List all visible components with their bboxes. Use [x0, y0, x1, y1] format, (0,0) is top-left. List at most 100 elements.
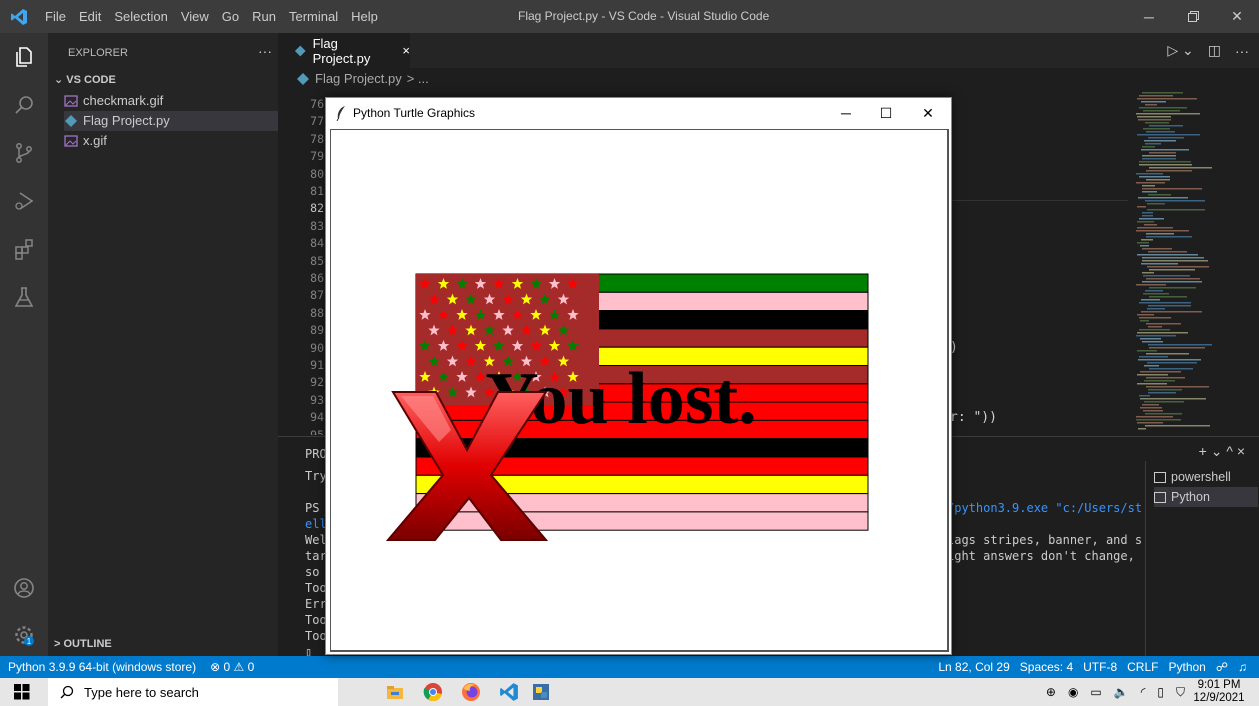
minimap-line [1145, 143, 1161, 145]
minimap-line [1142, 158, 1176, 160]
notification-icon[interactable]: ▯ [1157, 685, 1164, 699]
minimap-line [1137, 242, 1149, 244]
encoding-status[interactable]: UTF-8 [1083, 656, 1117, 678]
problems-status[interactable]: ⊗ 0 ⚠ 0 [210, 656, 254, 678]
language-status[interactable]: Python [1168, 656, 1205, 678]
minimap-line [1148, 389, 1182, 391]
breadcrumb-rest[interactable]: > ... [407, 68, 429, 90]
volume-icon[interactable]: 🔈 [1114, 685, 1129, 699]
file-name: checkmark.gif [83, 93, 164, 108]
minimize-icon: ─ [1144, 8, 1154, 25]
minimap-line [1143, 293, 1169, 295]
outline-section-header[interactable]: > OUTLINE [54, 638, 112, 650]
bell-icon[interactable]: ♫ [1238, 656, 1247, 678]
line-number: 90 [310, 340, 324, 355]
window-title: Flag Project.py - VS Code - Visual Studi… [518, 9, 770, 23]
turtle-close-button[interactable]: ✕ [906, 98, 950, 128]
menu-go[interactable]: Go [222, 9, 239, 24]
minimap-line [1143, 128, 1170, 130]
minimap[interactable] [1128, 90, 1259, 435]
minimap-line [1148, 326, 1162, 328]
minimap-line [1146, 131, 1175, 133]
menu-edit[interactable]: Edit [79, 9, 101, 24]
more-actions-button[interactable]: ··· [258, 43, 272, 59]
taskbar-search[interactable]: Type here to search [48, 678, 338, 706]
python-turtle-taskbar-icon[interactable] [531, 682, 551, 702]
wifi-icon[interactable]: ◜ [1141, 685, 1146, 699]
explorer-sidebar: EXPLORER ··· ⌄ VS CODE checkmark.gif Fla… [48, 33, 278, 656]
workspace-section-header[interactable]: ⌄ VS CODE [54, 73, 116, 86]
manage-activity[interactable]: 1 [0, 611, 48, 659]
menu-help[interactable]: Help [351, 9, 378, 24]
search-activity[interactable] [0, 81, 48, 129]
minimap-line [1139, 356, 1168, 358]
source-control-activity[interactable] [0, 129, 48, 177]
clock-time: 9:01 PM [1197, 679, 1241, 691]
minimap-line [1137, 116, 1171, 118]
feedback-icon[interactable]: ☍ [1216, 656, 1228, 678]
tab-flag-project[interactable]: Flag Project.py × [278, 33, 410, 68]
turtle-minimize-button[interactable]: ─ [824, 98, 868, 128]
file-item-x[interactable]: x.gif [64, 131, 278, 151]
menu-file[interactable]: File [45, 9, 66, 24]
terminal-icon [1154, 471, 1166, 483]
minimap-line [1142, 341, 1163, 343]
breadcrumb-file[interactable]: Flag Project.py [315, 68, 402, 90]
run-python-file-button[interactable]: ▷ ⌄ [1167, 42, 1193, 59]
battery-icon[interactable]: ▭ [1090, 685, 1101, 699]
terminal-item-powershell[interactable]: powershell [1154, 467, 1258, 487]
minimap-line [1145, 122, 1169, 124]
security-icon[interactable]: ⛉ [1176, 685, 1185, 700]
file-item-checkmark[interactable]: checkmark.gif [64, 91, 278, 111]
minimap-line [1145, 425, 1210, 427]
turtle-canvas[interactable]: You lost. [330, 129, 949, 652]
close-button[interactable]: ✕ [1215, 0, 1259, 33]
minimap-line [1136, 113, 1200, 115]
minimap-line [1143, 110, 1180, 112]
minimap-line [1143, 275, 1190, 277]
turtle-title-bar[interactable]: Python Turtle Graphics ─ ☐ ✕ [326, 98, 951, 128]
more-actions-icon[interactable]: ··· [1235, 43, 1249, 59]
extensions-activity[interactable] [0, 225, 48, 273]
minimap-line [1137, 374, 1168, 376]
file-name: Flag Project.py [83, 113, 170, 128]
file-item-flag-project[interactable]: Flag Project.py [64, 111, 278, 131]
testing-activity[interactable] [0, 273, 48, 321]
minimap-line [1146, 377, 1185, 379]
menu-selection[interactable]: Selection [114, 9, 167, 24]
vscode-taskbar-icon[interactable] [499, 682, 519, 702]
menu-view[interactable]: View [181, 9, 209, 24]
firefox-icon[interactable] [461, 682, 481, 702]
minimap-line [1137, 314, 1154, 316]
minimap-line [1142, 212, 1153, 214]
terminal-item-python[interactable]: Python [1154, 487, 1258, 507]
split-editor-button[interactable]: ◫ [1208, 42, 1221, 59]
terminal-icon [1154, 491, 1166, 503]
accounts-activity[interactable] [0, 564, 48, 612]
python-interpreter-status[interactable]: Python 3.9.9 64-bit (windows store) [8, 656, 196, 678]
network-globe-icon[interactable]: ⊕ [1046, 685, 1056, 699]
file-explorer-icon[interactable] [385, 682, 405, 702]
menu-run[interactable]: Run [252, 9, 276, 24]
minimize-button[interactable]: ─ [1127, 0, 1171, 33]
indentation-status[interactable]: Spaces: 4 [1020, 656, 1073, 678]
windows-start-icon[interactable] [14, 684, 30, 700]
restore-button[interactable] [1171, 0, 1215, 33]
panel-tab-problems[interactable]: PRO [305, 447, 327, 461]
panel-controls[interactable]: + ⌄ ^ × [1199, 443, 1245, 460]
taskbar-clock[interactable]: 9:01 PM 12/9/2021 [1191, 679, 1247, 705]
line-number: 79 [310, 149, 324, 164]
onedrive-icon[interactable]: ◉ [1068, 685, 1078, 699]
turtle-maximize-button[interactable]: ☐ [864, 98, 908, 128]
cursor-position-status[interactable]: Ln 82, Col 29 [938, 656, 1009, 678]
minimap-line [1137, 350, 1157, 352]
chrome-icon[interactable] [423, 682, 443, 702]
run-debug-activity[interactable] [0, 177, 48, 225]
tab-close-button[interactable]: × [402, 43, 410, 58]
explorer-activity[interactable] [0, 33, 48, 81]
minimap-line [1136, 419, 1181, 421]
eol-status[interactable]: CRLF [1127, 656, 1158, 678]
minimap-line [1137, 383, 1167, 385]
minimap-line [1139, 161, 1191, 163]
menu-terminal[interactable]: Terminal [289, 9, 338, 24]
